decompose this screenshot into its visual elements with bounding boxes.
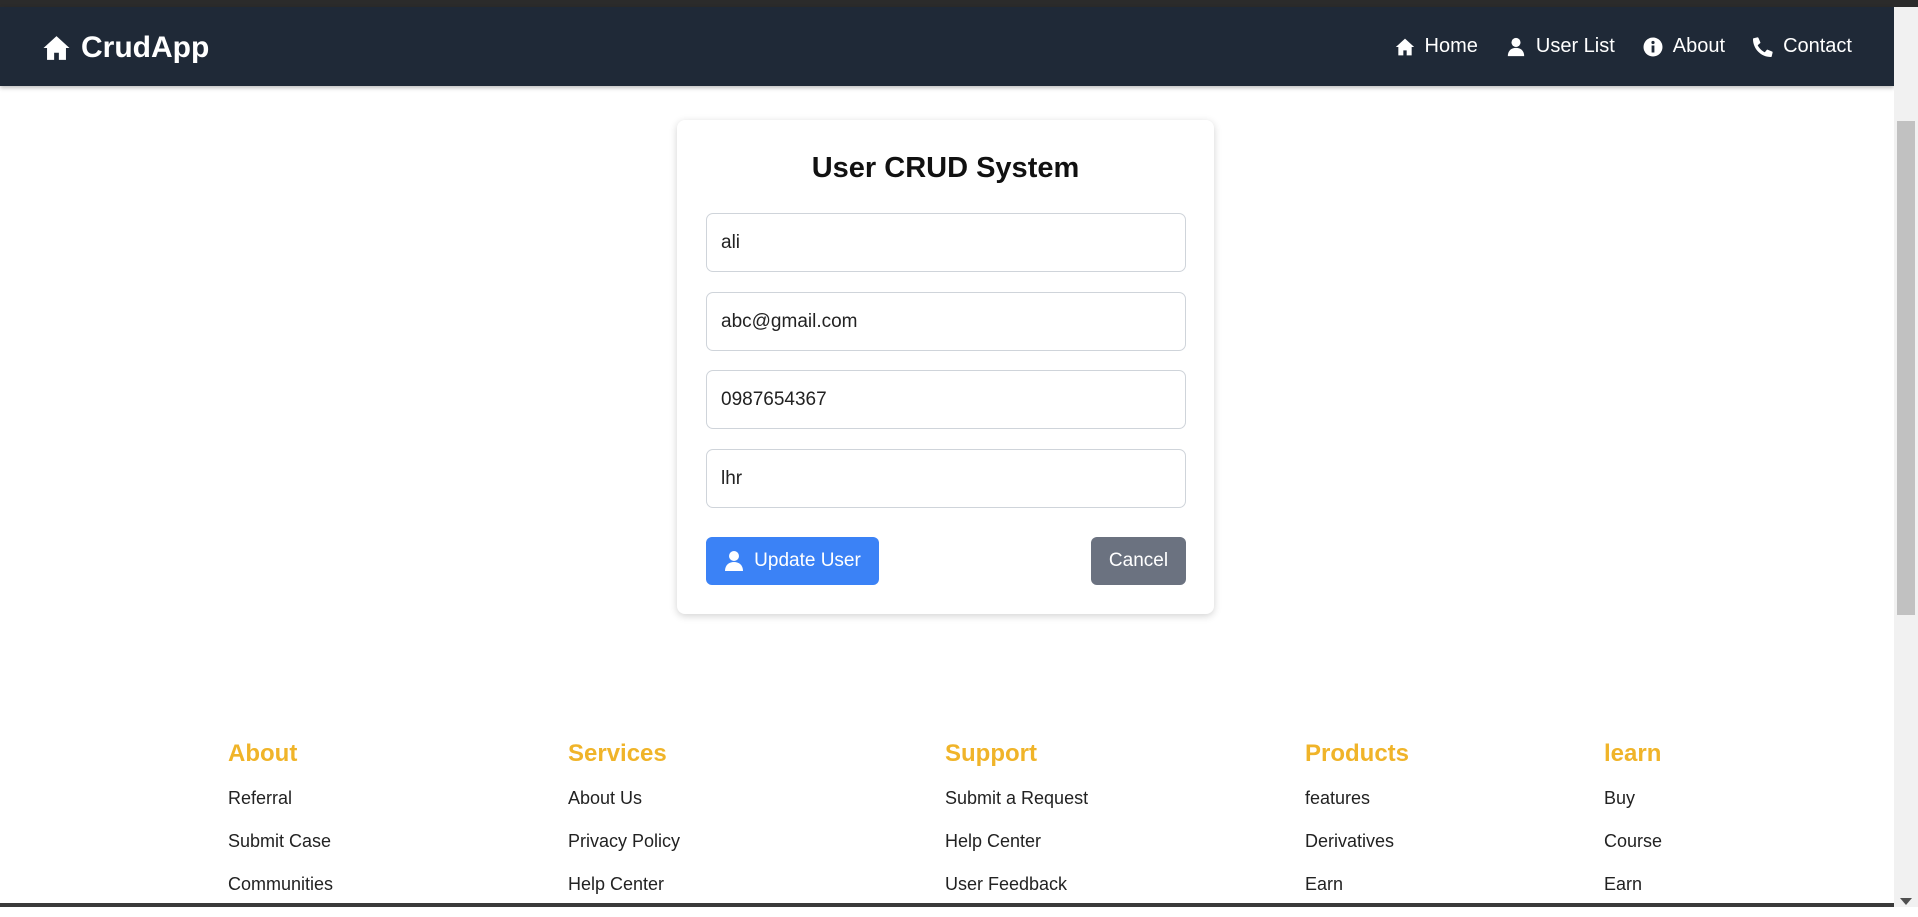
user-icon xyxy=(1507,37,1525,56)
footer-column-products: Products features Derivatives Earn xyxy=(1305,740,1409,917)
navbar: CrudApp Home User List About Contact xyxy=(0,7,1894,86)
city-field[interactable] xyxy=(706,449,1186,508)
update-user-label: Update User xyxy=(754,550,861,571)
nav-link-label: Contact xyxy=(1783,35,1852,57)
footer-link[interactable]: Earn xyxy=(1604,874,1662,897)
footer-column-support: Support Submit a Request Help Center Use… xyxy=(945,740,1088,917)
footer-link[interactable]: Help Center xyxy=(945,831,1088,854)
nav-link-label: Home xyxy=(1424,35,1478,57)
home-icon xyxy=(43,36,70,60)
footer-link[interactable]: Earn xyxy=(1305,874,1409,897)
nav-link-label: User List xyxy=(1535,35,1615,57)
footer-link[interactable]: Referral xyxy=(228,788,333,811)
nav-link-about[interactable]: About xyxy=(1643,35,1725,58)
scrollbar-thumb[interactable] xyxy=(1897,121,1915,615)
footer-link[interactable]: Derivatives xyxy=(1305,831,1409,854)
footer-link[interactable]: User Feedback xyxy=(945,874,1088,897)
phone-field[interactable] xyxy=(706,370,1186,429)
footer-column-about: About Referral Submit Case Communities xyxy=(228,740,333,917)
form-title: User CRUD System xyxy=(811,152,1080,184)
nav-link-home[interactable]: Home xyxy=(1395,35,1478,58)
footer-link[interactable]: Buy xyxy=(1604,788,1662,811)
home-icon xyxy=(1395,38,1414,55)
update-user-button[interactable]: Update User xyxy=(706,537,879,585)
footer-link[interactable]: About Us xyxy=(568,788,680,811)
footer-heading: Services xyxy=(568,740,667,767)
footer-heading: About xyxy=(228,740,298,767)
footer-link[interactable]: Course xyxy=(1604,831,1662,854)
nav-link-user-list[interactable]: User List xyxy=(1506,35,1615,58)
footer-link[interactable]: Submit a Request xyxy=(945,788,1088,811)
footer-heading: Products xyxy=(1305,740,1410,767)
email-field[interactable] xyxy=(706,292,1186,351)
footer-column-learn: learn Buy Course Earn xyxy=(1604,740,1662,917)
name-field[interactable] xyxy=(706,213,1186,272)
window-top-edge xyxy=(0,0,1918,7)
cancel-button[interactable]: Cancel xyxy=(1091,537,1186,585)
vertical-scrollbar[interactable] xyxy=(1894,7,1918,907)
footer-link[interactable]: Privacy Policy xyxy=(568,831,680,854)
brand-logo[interactable]: CrudApp xyxy=(42,31,209,65)
window-bottom-edge xyxy=(0,903,1894,907)
footer-link[interactable]: Submit Case xyxy=(228,831,333,854)
scroll-down-arrow-icon[interactable] xyxy=(1900,898,1912,905)
footer-link[interactable]: Communities xyxy=(228,874,333,897)
footer-column-services: Services About Us Privacy Policy Help Ce… xyxy=(568,740,680,917)
nav-link-contact[interactable]: Contact xyxy=(1753,35,1852,58)
phone-icon xyxy=(1753,36,1773,57)
footer-link[interactable]: Help Center xyxy=(568,874,680,897)
info-icon xyxy=(1643,37,1663,56)
user-form-card: User CRUD System Update User Cancel xyxy=(677,120,1214,614)
footer-heading: Support xyxy=(945,740,1037,767)
footer-link[interactable]: features xyxy=(1305,788,1409,811)
footer-heading: learn xyxy=(1604,740,1662,767)
nav-link-label: About xyxy=(1672,35,1726,57)
brand-name: CrudApp xyxy=(81,31,210,64)
nav-links: Home User List About Contact xyxy=(1395,7,1852,86)
user-icon xyxy=(725,551,744,571)
